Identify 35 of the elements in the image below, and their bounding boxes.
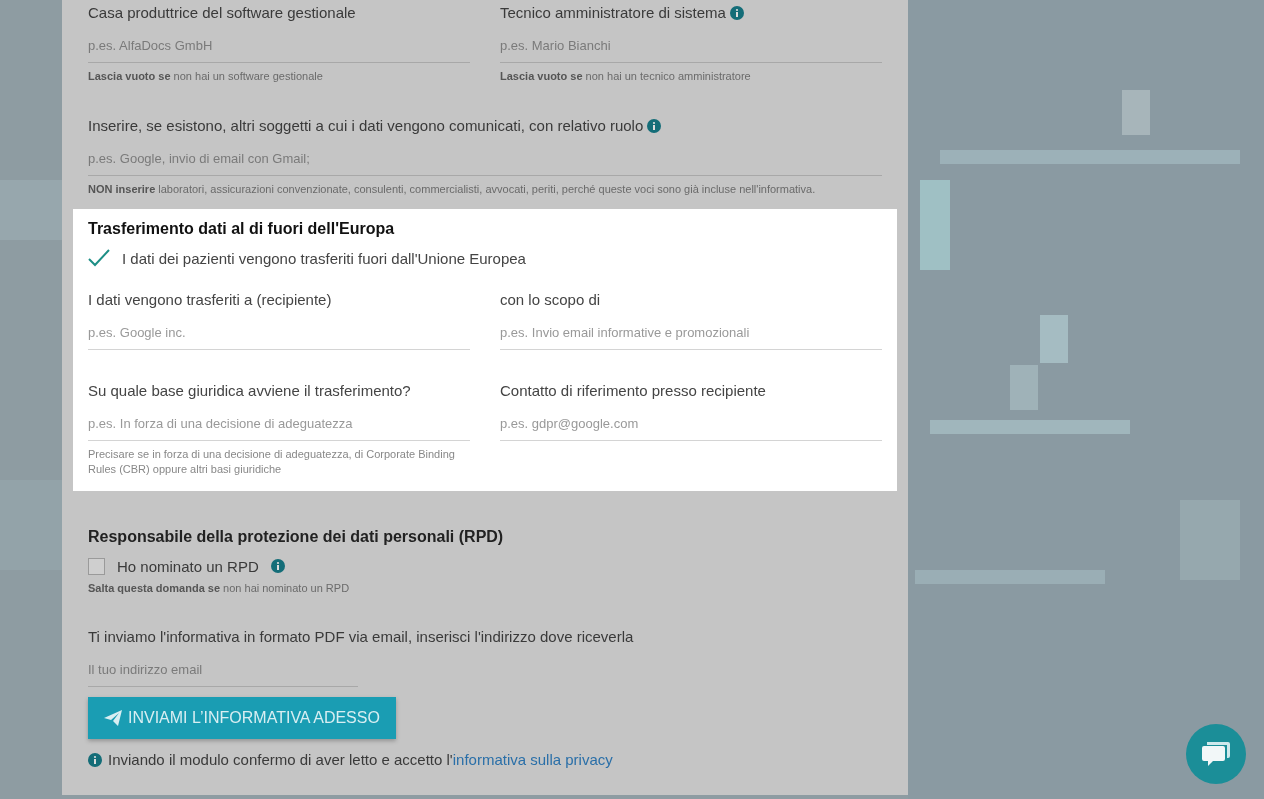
input-field[interactable]: p.es. Google inc. (88, 315, 470, 350)
input-field[interactable]: p.es. In forza di una decisione di adeguatezza (88, 406, 470, 441)
input-field[interactable]: p.es. Invio email informative e promozionali (500, 315, 882, 350)
field-label: Inserire, se esistono, altri soggetti a cui i dati vengono comunicati, con relativo ruolo (88, 116, 644, 136)
input-field[interactable]: p.es. Mario Bianchi (500, 28, 882, 63)
field-hint: Lascia vuoto se non hai un software gestionale (88, 69, 324, 84)
field-label: Contatto di riferimento presso recipiente (500, 381, 766, 401)
info-icon[interactable] (270, 559, 285, 573)
checkbox[interactable] (88, 557, 105, 575)
field-hint: Salta questa domanda se non hai nominato un RPD (88, 581, 351, 596)
section-title: Responsabile della protezione dei dati personali (RPD) (88, 527, 505, 547)
submit-button[interactable]: INVIAMI L’INFORMATIVA ADESSO (88, 697, 396, 739)
paper-plane-icon (104, 710, 122, 726)
input-field[interactable]: p.es. AlfaDocs GmbH (88, 28, 470, 63)
section-title: Trasferimento dati al di fuori dell'Europa (88, 219, 396, 239)
input-field[interactable]: p.es. gdpr@google.com (500, 406, 882, 441)
field-label: Ti inviamo l'informativa in formato PDF via email, inserisci l'indirizzo dove riceverla (88, 627, 634, 647)
field-label: Casa produttrice del software gestionale (88, 3, 356, 23)
field-label: con lo scopo di (500, 290, 601, 310)
checkmark-icon[interactable] (88, 249, 110, 267)
field-hint: Lascia vuoto se non hai un tecnico amministratore (500, 69, 752, 84)
field-hint: NON inserire laboratori, assicurazioni convenzionate, consulenti, commercialisti, avvocati, periti, perché queste voci sono già incluse nell'informativa. (88, 182, 817, 197)
checkbox-label: I dati dei pazienti vengono trasferiti fuori dall'Unione Europea (122, 249, 526, 267)
info-icon[interactable] (88, 752, 102, 767)
checkbox-label: Ho nominato un RPD (117, 557, 259, 575)
field-label: Tecnico amministratore di sistema (500, 3, 726, 23)
email-field[interactable]: Il tuo indirizzo email (88, 652, 358, 687)
field-hint: Precisare se in forza di una decisione di adeguatezza, di Corporate Binding Rules (CBR) oppure altri basi giuridiche (88, 447, 456, 477)
consent-text: Inviando il modulo confermo di aver letto e accetto l'informativa sulla privacy (108, 751, 613, 768)
input-field[interactable]: p.es. Google, invio di email con Gmail; (88, 141, 882, 176)
field-label: I dati vengono trasferiti a (recipiente) (88, 290, 332, 310)
info-icon[interactable] (647, 119, 662, 133)
chat-bubbles-icon (1201, 740, 1231, 768)
info-icon[interactable] (729, 6, 744, 20)
field-label: Su quale base giuridica avviene il trasferimento? (88, 381, 411, 401)
